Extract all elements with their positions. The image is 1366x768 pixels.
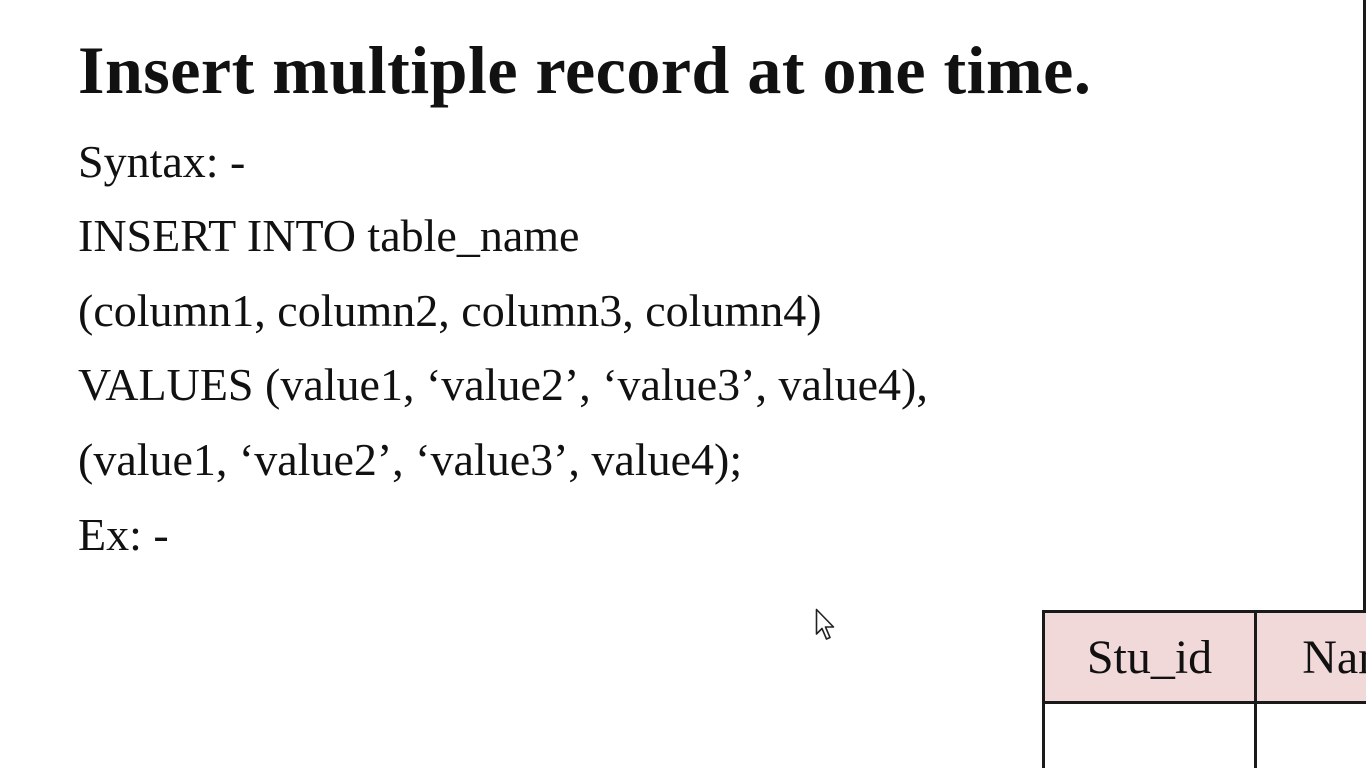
slide: Insert multiple record at one time. Synt…: [0, 0, 1366, 768]
slide-title: Insert multiple record at one time.: [78, 32, 1092, 108]
table-cell: [1254, 701, 1366, 768]
table-cell: [1042, 701, 1257, 768]
example-label: Ex: -: [78, 509, 169, 560]
column-header-stu-id: Stu_id: [1042, 610, 1257, 704]
syntax-values-line-1: VALUES (value1, ‘value2’, ‘value3’, valu…: [78, 359, 928, 410]
syntax-columns-line: (column1, column2, column3, column4): [78, 285, 822, 336]
syntax-insert-line: INSERT INTO table_name: [78, 210, 580, 261]
syntax-label: Syntax: -: [78, 136, 246, 187]
example-table-container: Stu_id Name: [1042, 610, 1366, 768]
column-header-name: Name: [1254, 610, 1366, 704]
table-row: [1042, 701, 1366, 768]
table-header-row: Stu_id Name: [1042, 610, 1366, 704]
syntax-values-line-2: (value1, ‘value2’, ‘value3’, value4);: [78, 434, 743, 485]
mouse-pointer-icon: [815, 608, 835, 640]
student-table: Stu_id Name: [1042, 610, 1366, 768]
